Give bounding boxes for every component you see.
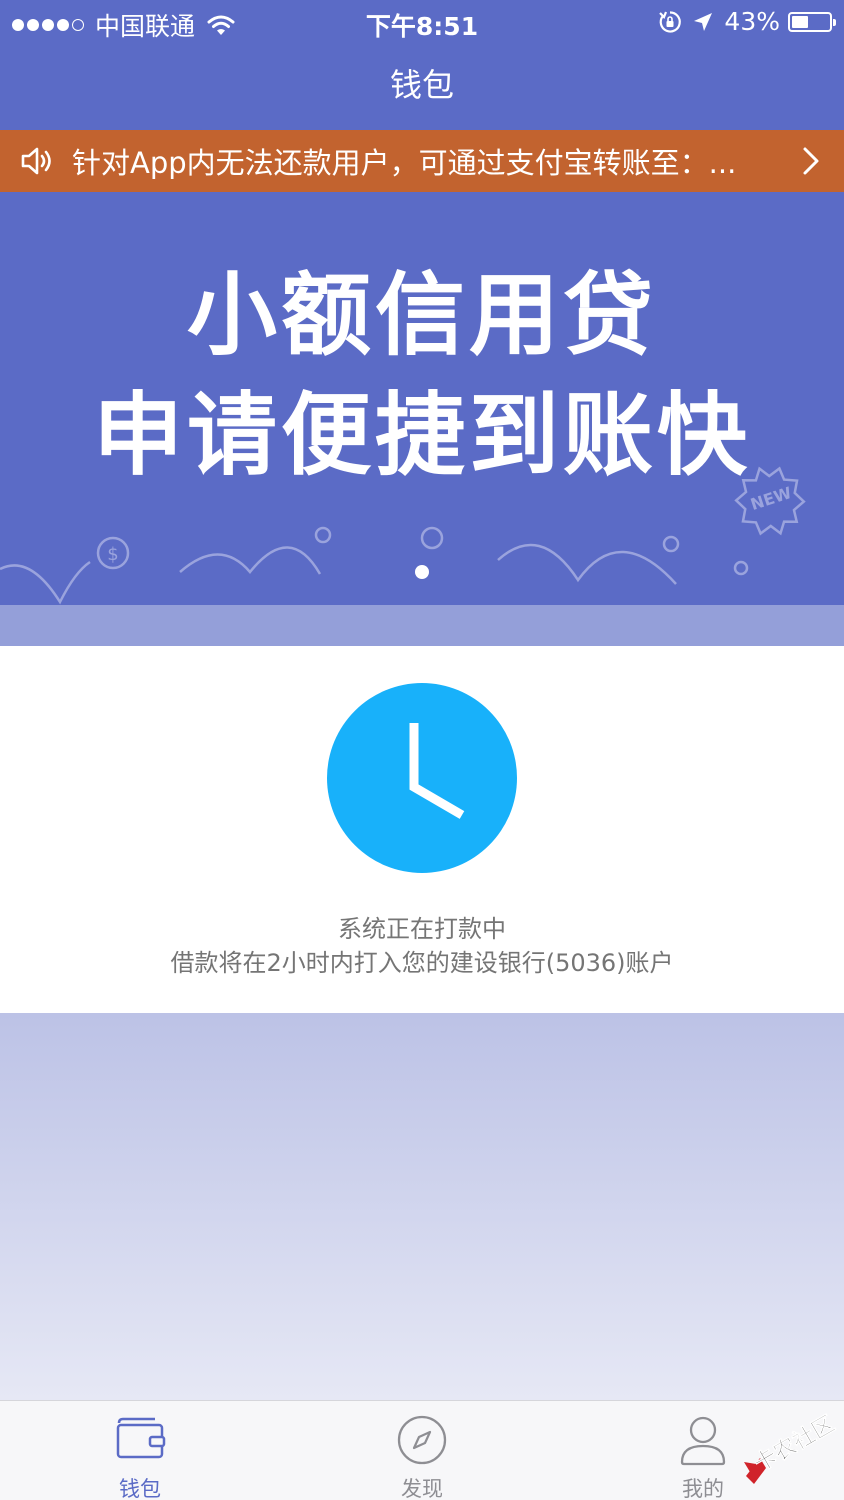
- battery-icon: [788, 11, 836, 32]
- tab-bar: 钱包 发现 我的: [0, 1400, 844, 1500]
- user-icon: [680, 1416, 726, 1466]
- status-description: 借款将在2小时内打入您的建设银行(5036)账户: [170, 949, 674, 977]
- status-bar: 中国联通 下午8:51 43%: [0, 0, 844, 42]
- notice-text: 针对App内无法还款用户，可通过支付宝转账至：...: [72, 146, 737, 180]
- status-right: 43%: [658, 7, 836, 36]
- page-title: 钱包: [389, 66, 454, 104]
- svg-text:$: $: [107, 544, 118, 565]
- coin-icon: $: [96, 536, 130, 570]
- carousel-page-indicator[interactable]: [0, 565, 844, 579]
- tab-wallet[interactable]: 钱包: [70, 1401, 210, 1500]
- chevron-right-icon[interactable]: [802, 146, 820, 176]
- clock-icon: [327, 683, 517, 873]
- battery-percent: 43%: [724, 7, 780, 36]
- wallet-screen: 中国联通 下午8:51 43% 钱包 针对App内无法还款用户，可通过支付宝转账…: [0, 0, 844, 1500]
- notice-bar[interactable]: 针对App内无法还款用户，可通过支付宝转账至：...: [0, 130, 844, 192]
- nav-bar: 钱包: [0, 42, 844, 130]
- promo-banner[interactable]: 小额信用贷 申请便捷到账快 $ NEW: [0, 192, 844, 605]
- battery-level: [792, 15, 808, 28]
- status-title: 系统正在打款中: [338, 915, 506, 943]
- orientation-lock-icon: [659, 10, 682, 33]
- loan-status-card: 系统正在打款中 借款将在2小时内打入您的建设银行(5036)账户: [0, 646, 844, 1013]
- tab-discover[interactable]: 发现: [352, 1401, 492, 1500]
- tab-label: 钱包: [119, 1477, 161, 1500]
- watermark-text: 卡农社区: [750, 1411, 839, 1478]
- wallet-icon: [116, 1417, 166, 1459]
- watermark-logo: 卡农社区: [744, 1410, 840, 1484]
- location-arrow-icon: [694, 12, 713, 31]
- carousel-dot[interactable]: [415, 565, 429, 579]
- tab-label: 发现: [401, 1477, 443, 1500]
- banner-divider-band: [0, 605, 844, 646]
- speaker-icon: [20, 146, 56, 176]
- banner-decoration: $: [0, 466, 806, 605]
- compass-icon: [397, 1415, 447, 1465]
- empty-content-area: [0, 1013, 844, 1400]
